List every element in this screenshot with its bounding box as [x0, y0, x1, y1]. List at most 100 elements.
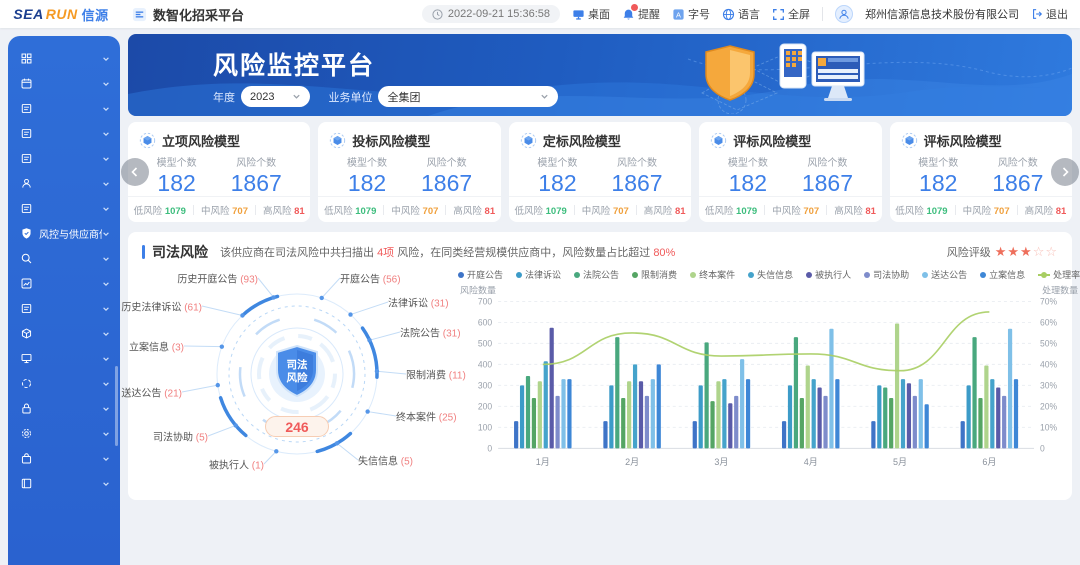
risk-model-card[interactable]: 评标风险模型 模型个数 182 风险个数 1867 低风险 1079 中风险 7…	[889, 122, 1073, 222]
avatar[interactable]	[835, 5, 853, 23]
risk-model-card[interactable]: 立项风险模型 模型个数 182 风险个数 1867 低风险 1079 中风险 7…	[128, 122, 311, 222]
collapse-menu-icon[interactable]	[132, 7, 147, 22]
risk-model-card[interactable]: 投标风险模型 模型个数 182 风险个数 1867 低风险 1079 中风险 7…	[318, 122, 501, 222]
sidebar-item-2[interactable]	[8, 71, 120, 96]
font-size-button[interactable]: A 字号	[672, 6, 710, 22]
legend-item[interactable]: 限制消费	[632, 268, 677, 281]
legend-item[interactable]: 终本案件	[690, 268, 735, 281]
sidebar-item-18[interactable]	[8, 471, 120, 496]
legend-item[interactable]: 法律诉讼	[516, 268, 561, 281]
sidebar-item-14[interactable]	[8, 371, 120, 396]
sidebar-item-5[interactable]	[8, 146, 120, 171]
legend-item[interactable]: 送达公告	[922, 268, 967, 281]
chevron-down-icon	[103, 181, 109, 186]
high-risk-stat: 高风险 81	[643, 205, 686, 217]
model-card-title: 评标风险模型	[733, 134, 812, 149]
sidebar-item-15[interactable]	[8, 396, 120, 421]
globe-icon	[722, 8, 735, 20]
legend-dot	[806, 271, 813, 278]
legend-item-line[interactable]: 处理率	[1038, 268, 1080, 281]
risk-model-card[interactable]: 评标风险模型 模型个数 182 风险个数 1867 低风险 1079 中风险 7…	[699, 122, 882, 222]
desktop-button[interactable]: 桌面	[572, 6, 610, 22]
sidebar-item-17[interactable]	[8, 446, 120, 471]
high-risk-stat: 高风险 81	[262, 205, 305, 217]
title-accent-bar	[142, 245, 145, 259]
legend-line-marker	[1038, 271, 1051, 278]
header-toolbar: 2022-09-21 15:36:58 桌面 提醒 A 字号 语言 全屏 郑州信…	[421, 3, 1080, 23]
svg-text:500: 500	[478, 338, 492, 348]
monitor-icon	[21, 353, 32, 364]
sidebar-item-6[interactable]	[8, 171, 120, 196]
risk-count-value: 1867	[801, 170, 853, 196]
sidebar-item-16[interactable]	[8, 421, 120, 446]
judicial-title-text: 司法风险	[152, 244, 208, 260]
legend-item[interactable]: 法院公告	[574, 268, 619, 281]
language-button[interactable]: 语言	[722, 6, 760, 22]
model-count: 模型个数 182	[537, 154, 577, 197]
svg-text:0: 0	[487, 443, 492, 453]
sidebar-item-3[interactable]	[8, 96, 120, 121]
mid-risk-stat: 中风险 707	[200, 205, 248, 217]
sidebar-item-4[interactable]	[8, 121, 120, 146]
fullscreen-button[interactable]: 全屏	[772, 6, 810, 22]
chevron-down-icon	[103, 406, 109, 411]
sidebar-item-1[interactable]	[8, 46, 120, 71]
mid-risk-stat: 中风险 707	[391, 205, 439, 217]
legend-item[interactable]: 失信信息	[748, 268, 793, 281]
business-unit-select[interactable]: 全集团	[378, 86, 559, 107]
notifications-button[interactable]: 提醒	[622, 3, 660, 22]
sidebar-scrollbar[interactable]	[115, 366, 118, 446]
legend-dot	[922, 271, 929, 278]
risk-count: 风险个数 1867	[231, 154, 282, 197]
sidebar-item-10[interactable]	[8, 271, 120, 296]
gear-icon	[21, 428, 32, 439]
top-header: SEA RUN 信源 数智化招采平台 2022-09-21 15:36:58 桌面…	[0, 0, 1080, 28]
legend-item[interactable]: 立案信息	[980, 268, 1025, 281]
model-cube-icon	[139, 132, 156, 149]
carousel-prev-button[interactable]	[121, 158, 149, 186]
year-select[interactable]: 2023	[241, 86, 311, 107]
sidebar-item-13[interactable]	[8, 346, 120, 371]
legend-item[interactable]: 被执行人	[806, 268, 851, 281]
logo-text-cn: 信源	[81, 7, 109, 23]
risk-model-card[interactable]: 定标风险模型 模型个数 182 风险个数 1867 低风险 1079 中风险 7…	[508, 122, 692, 222]
svg-text:3月: 3月	[714, 457, 728, 467]
rating-stars[interactable]: ★★★☆☆	[995, 244, 1058, 260]
judicial-bar-chart: 风险数量 处理数量 0 100 200 300 400 500 600 700 0 10% 20% 30%…	[460, 284, 1078, 467]
judicial-description: 该供应商在司法风险中共扫描出 4项 风险，在同类经营规模供应商中，风险数量占比超…	[220, 244, 675, 260]
legend-item[interactable]: 司法协助	[864, 268, 909, 281]
model-count-label: 模型个数	[347, 158, 388, 169]
judicial-risk-panel: 司法风险 该供应商在司法风险中共扫描出 4项 风险，在同类经营规模供应商中，风险…	[121, 232, 1080, 500]
judicial-section-title: 司法风险	[142, 242, 208, 262]
judicial-radial-diagram: 司法 风险 246 历史开庭公告 (93) 开庭公告 (56) 法律诉讼 (31) 法…	[121, 266, 465, 494]
language-label: 语言	[738, 9, 760, 21]
high-risk-stat: 高风险 81	[834, 205, 876, 217]
risk-count-value: 1867	[421, 170, 473, 196]
legend-dot	[748, 271, 755, 278]
judicial-center-shield: 司法 风险	[273, 344, 321, 403]
sidebar-item-11[interactable]	[8, 296, 120, 321]
svg-text:100: 100	[478, 422, 492, 432]
model-count-label: 模型个数	[727, 158, 768, 169]
model-count: 模型个数 182	[728, 154, 768, 197]
sidebar-item-9[interactable]	[8, 246, 120, 271]
legend-item[interactable]: 开庭公告	[458, 268, 503, 281]
mid-risk-stat: 中风险 707	[581, 205, 629, 217]
logout-button[interactable]: 退出	[1031, 6, 1068, 22]
chevron-down-icon	[103, 106, 109, 111]
chevron-down-icon	[103, 356, 109, 361]
legend-dot	[690, 271, 697, 278]
svg-text:400: 400	[478, 359, 492, 369]
bag-icon	[21, 453, 32, 464]
carousel-next-button[interactable]	[1051, 158, 1079, 186]
sidebar-item-12[interactable]	[8, 321, 120, 346]
chevron-down-icon	[103, 156, 109, 161]
banner-title: 风险监控平台	[213, 52, 376, 80]
risk-rating: 风险评级 ★★★☆☆	[947, 244, 1058, 260]
low-risk-stat: 低风险 1079	[514, 205, 567, 217]
sidebar-item-risk-supplier-credit[interactable]: 风控与供应商信用	[8, 221, 120, 246]
clock-icon	[432, 8, 443, 20]
chart-icon	[21, 278, 32, 289]
chevron-down-icon	[541, 94, 549, 99]
sidebar-item-7[interactable]	[8, 196, 120, 221]
